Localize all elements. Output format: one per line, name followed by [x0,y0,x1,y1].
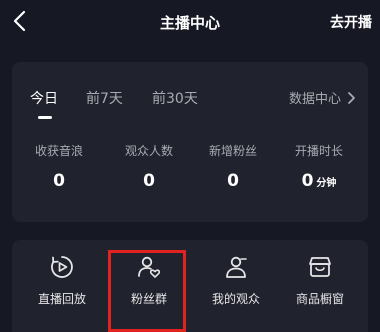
stat-label: 新增粉丝 [208,144,257,158]
stat-label: 收获音浪 [34,144,83,158]
function-label: 商品橱窗 [295,292,344,306]
tab-past-30-days[interactable]: 前30天 [152,88,198,108]
tab-today[interactable]: 今日 [30,88,58,108]
go-live-button[interactable]: 去开播 [330,12,372,32]
stats-card: 今日 前7天 前30天 数据中心 收获音浪 0 观众人数 0 新增粉丝 0 开播… [12,62,368,222]
top-nav-bar: 主播中心 去开播 [0,0,380,46]
stat-label: 观众人数 [124,144,173,158]
live-replay-button[interactable]: 直播回放 [22,254,102,307]
replay-icon [51,256,73,278]
stat-value: 0 [143,171,155,191]
chevron-right-icon [348,91,355,104]
shop-window-button[interactable]: 商品橱窗 [280,254,360,307]
stat-label: 开播时长 [294,144,343,158]
page-title: 主播中心 [159,14,220,32]
stat-new-fans: 新增粉丝 0 [192,142,274,191]
stat-earned-sound-waves: 收获音浪 0 [18,142,100,191]
function-label: 我的观众 [211,292,260,306]
stat-unit: 分钟 [316,178,337,189]
my-audience-button[interactable]: 我的观众 [196,254,276,307]
data-center-label: 数据中心 [288,92,341,107]
active-tab-indicator [38,116,52,119]
audience-icon [226,256,247,278]
highlight-box [108,250,186,332]
data-center-link[interactable]: 数据中心 [289,88,356,107]
stat-audience-count: 观众人数 0 [108,142,190,191]
stat-value: 0 [53,171,65,191]
stat-live-duration: 开播时长 0 分钟 [278,142,360,191]
tab-past-7-days[interactable]: 前7天 [86,88,123,108]
stat-value: 0 [227,171,239,191]
function-label: 直播回放 [37,292,86,306]
function-grid-card: 直播回放 粉丝群 我的观众 商品橱窗 [12,240,368,332]
shop-window-icon [309,257,331,277]
stat-value: 0 [301,171,314,191]
